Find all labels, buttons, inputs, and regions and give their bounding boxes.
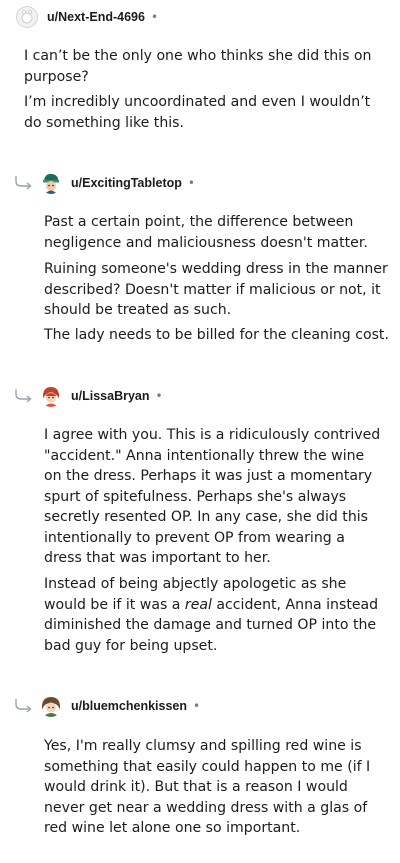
comment-header: u/bluemchenkissen •: [40, 694, 200, 718]
comment-paragraph: I can’t be the only one who thinks she d…: [24, 48, 372, 85]
comment-header: u/Next-End-4696 •: [16, 5, 158, 29]
comment-paragraph: I’m incredibly uncoordinated and even I …: [24, 94, 371, 131]
green-hat-avatar-icon[interactable]: [40, 172, 62, 194]
red-hair-avatar-icon[interactable]: [40, 385, 62, 407]
reply-thread-icon: [15, 699, 32, 713]
separator-dot: •: [193, 699, 201, 713]
separator-dot: •: [150, 10, 159, 24]
separator-dot: •: [155, 389, 163, 403]
default-avatar-icon[interactable]: [16, 6, 38, 28]
comment-header: u/ExcitingTabletop •: [40, 171, 195, 195]
reply-thread-icon: [15, 176, 32, 190]
comment-paragraph: The lady needs to be billed for the clea…: [44, 327, 389, 343]
username-link[interactable]: u/LissaBryan: [71, 389, 150, 403]
separator-dot: •: [187, 176, 195, 190]
brown-hair-avatar-icon[interactable]: [40, 695, 62, 717]
username-link[interactable]: u/Next-End-4696: [47, 10, 145, 24]
comment-paragraph: Past a certain point, the difference bet…: [44, 214, 368, 251]
comment-paragraph: Ruining someone's wedding dress in the m…: [44, 261, 388, 318]
reply-thread-icon: [15, 389, 32, 403]
comment-header: u/LissaBryan •: [40, 384, 163, 408]
comment-paragraph: I agree with you. This is a ridiculously…: [44, 427, 381, 566]
username-link[interactable]: u/bluemchenkissen: [71, 699, 187, 713]
username-link[interactable]: u/ExcitingTabletop: [71, 176, 182, 190]
comment-paragraph: Yes, I'm really clumsy and spilling red …: [44, 738, 371, 836]
comment-paragraph: Instead of being abjectly apologetic as …: [44, 574, 379, 656]
emphasized-text: real: [184, 596, 212, 613]
